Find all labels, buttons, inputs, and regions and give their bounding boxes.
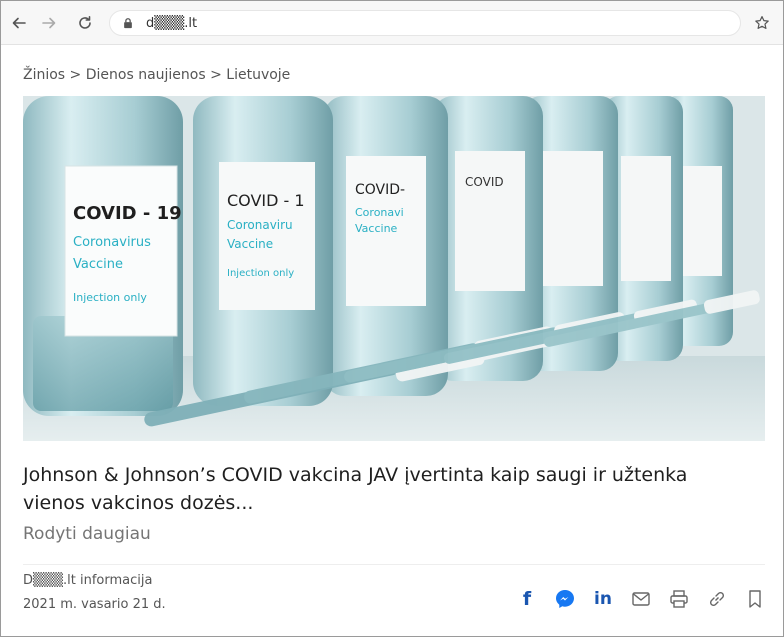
svg-text:Vaccine: Vaccine [227, 237, 273, 251]
svg-text:Vaccine: Vaccine [355, 222, 398, 235]
address-bar[interactable]: d▒▒▒.lt [109, 10, 741, 36]
browser-window: d▒▒▒.lt Žinios > Dienos naujienos > Liet… [0, 0, 784, 637]
link-icon[interactable] [703, 585, 731, 613]
linkedin-icon[interactable]: in [589, 585, 617, 613]
print-icon[interactable] [665, 585, 693, 613]
breadcrumb[interactable]: Žinios > Dienos naujienos > Lietuvoje [23, 67, 290, 83]
article-source: D▒▒▒.lt informacija [23, 573, 153, 588]
svg-text:Coronavi: Coronavi [355, 206, 404, 219]
vial-label-line3: Vaccine [73, 257, 123, 272]
email-icon[interactable] [627, 585, 655, 613]
reload-icon [79, 16, 91, 29]
svg-text:COVID-: COVID- [355, 182, 405, 198]
article-date: 2021 m. vasario 21 d. [23, 597, 166, 612]
bookmark-star-button[interactable] [751, 12, 773, 34]
reload-button[interactable] [73, 11, 97, 35]
svg-text:Injection only: Injection only [227, 268, 294, 279]
vial-label-line4: Injection only [73, 291, 147, 304]
lock-icon [122, 16, 136, 30]
svg-text:COVID: COVID [465, 175, 504, 189]
footer-divider [23, 564, 765, 565]
facebook-icon[interactable]: f [513, 585, 541, 613]
forward-button[interactable] [37, 11, 61, 35]
messenger-icon[interactable] [551, 585, 579, 613]
arrow-left-icon [12, 17, 26, 29]
article-headline[interactable]: Johnson & Johnson’s COVID vakcina JAV įv… [23, 461, 753, 517]
browser-toolbar: d▒▒▒.lt [1, 1, 783, 45]
star-icon [755, 16, 769, 29]
vial-label-line1: COVID - 19 [73, 203, 182, 224]
vaccine-vials-illustration: COVID COVID- Coronavi Vaccine COVID - 1 … [23, 96, 765, 441]
share-toolbar: f in [503, 585, 769, 613]
front-vial: COVID - 19 Coronavirus Vaccine Injection… [23, 96, 183, 416]
article-hero-image[interactable]: COVID COVID- Coronavi Vaccine COVID - 1 … [23, 96, 765, 441]
bookmark-icon[interactable] [741, 585, 769, 613]
svg-text:Coronaviru: Coronaviru [227, 218, 293, 232]
svg-text:COVID - 1: COVID - 1 [227, 191, 305, 210]
vial-label-line2: Coronavirus [73, 235, 151, 250]
url-text: d▒▒▒.lt [146, 15, 198, 31]
back-button[interactable] [7, 11, 31, 35]
arrow-right-icon [42, 17, 56, 29]
show-more-link[interactable]: Rodyti daugiau [23, 524, 151, 544]
